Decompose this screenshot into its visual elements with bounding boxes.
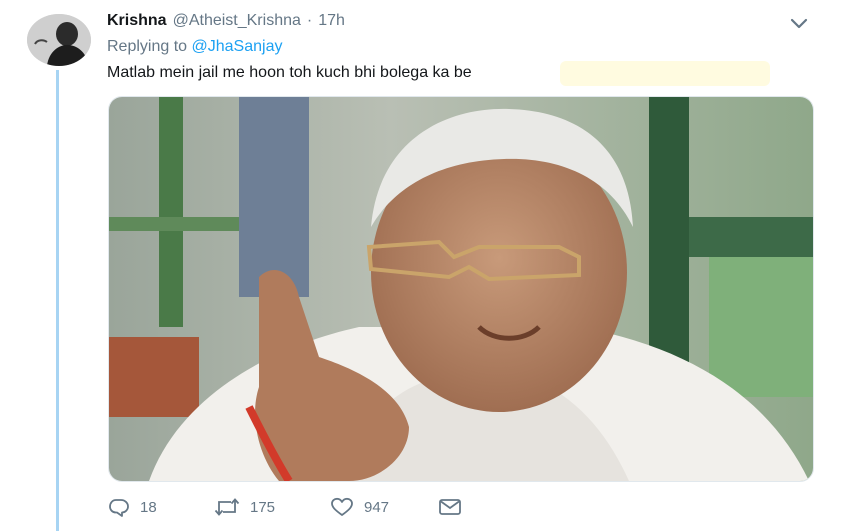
envelope-icon xyxy=(439,499,461,515)
replying-to-label: Replying to xyxy=(107,38,188,55)
user-handle[interactable]: @Atheist_Krishna xyxy=(173,12,301,30)
tweet-photo[interactable] xyxy=(108,96,814,482)
tweet-text: Matlab mein jail me hoon toh kuch bhi bo… xyxy=(107,64,472,81)
timestamp[interactable]: 17h xyxy=(318,12,345,30)
avatar[interactable] xyxy=(27,14,91,66)
chevron-down-icon[interactable] xyxy=(788,14,810,32)
reply-icon xyxy=(109,499,129,517)
text-highlight xyxy=(560,61,770,86)
retweet-button[interactable]: 175 xyxy=(214,497,330,517)
thread-line xyxy=(56,70,59,531)
mention-link[interactable]: @JhaSanjay xyxy=(192,38,283,55)
display-name[interactable]: Krishna xyxy=(107,12,167,30)
reply-count: 18 xyxy=(140,498,157,516)
retweet-icon xyxy=(214,498,240,516)
retweet-count: 175 xyxy=(250,498,276,516)
tweet-header: Krishna @Atheist_Krishna · 17h xyxy=(107,12,810,34)
separator-dot: · xyxy=(306,12,313,29)
direct-message-button[interactable] xyxy=(438,497,462,517)
like-count: 947 xyxy=(364,498,390,516)
replying-to: Replying to @JhaSanjay xyxy=(107,38,282,56)
like-button[interactable]: 947 xyxy=(330,497,438,517)
action-bar: 18 175 947 xyxy=(108,494,462,520)
reply-button[interactable]: 18 xyxy=(108,497,214,517)
heart-icon xyxy=(331,497,353,516)
